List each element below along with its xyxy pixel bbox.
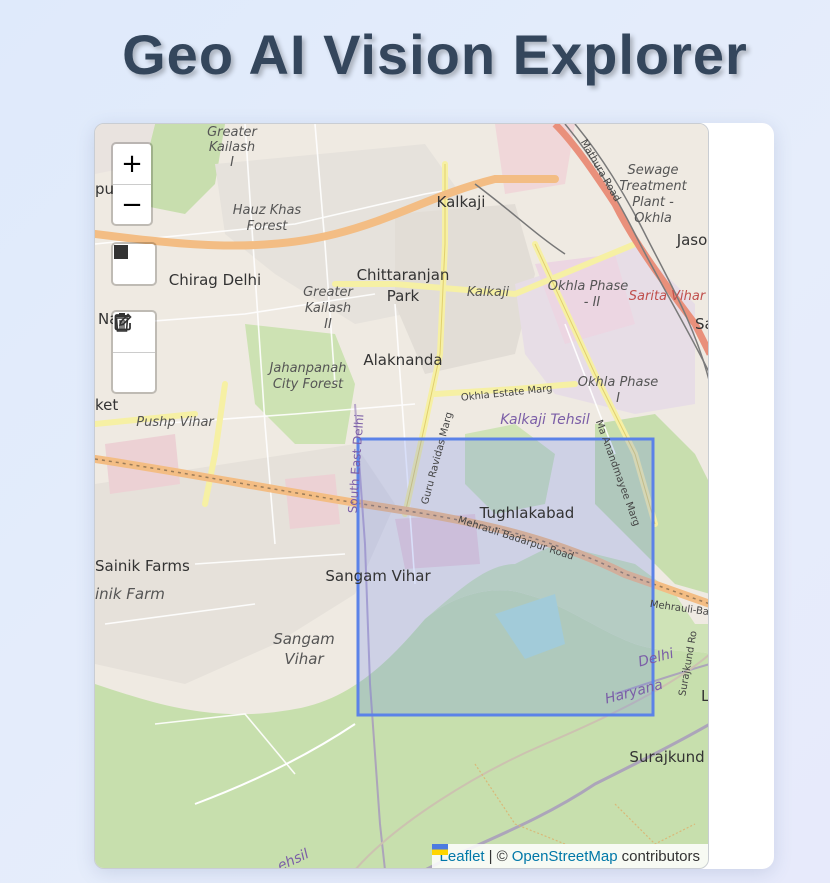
attribution-contributors: contributors <box>621 847 700 865</box>
label-jahanpanah: Jahanpanah <box>267 361 347 376</box>
label-pushp-vihar: Pushp Vihar <box>136 415 215 430</box>
label-sa: Sa <box>695 315 709 333</box>
label-jahanpanah: City Forest <box>273 377 344 392</box>
label-kalkaji-small: Kalkaji <box>467 285 510 300</box>
plus-icon: + <box>121 149 143 179</box>
label-kalkaji: Kalkaji <box>437 193 486 211</box>
zoom-in-button[interactable]: + <box>113 144 151 184</box>
label-sangam-vihar: Sangam Vihar <box>325 567 431 585</box>
label-hauz-khas-forest: Hauz Khas <box>233 203 302 218</box>
label-l: L <box>701 687 709 705</box>
label-chirag-delhi: Chirag Delhi <box>169 271 261 289</box>
openstreetmap-link[interactable]: OpenStreetMap <box>512 848 618 865</box>
ukraine-flag-icon <box>431 844 448 855</box>
label-okhla-phase-1: I <box>616 391 620 406</box>
label-greater-kailash-1: I <box>230 155 234 170</box>
label-ket: ket <box>95 396 118 414</box>
edit-toolbar <box>111 310 157 394</box>
label-jaso: Jaso <box>676 231 708 249</box>
label-greater-kailash-2: Greater <box>303 285 354 300</box>
zoom-control: + − <box>111 142 153 226</box>
draw-rectangle-button[interactable] <box>113 244 155 284</box>
label-sewage-plant: Plant - <box>632 195 674 210</box>
label-sewage-plant: Treatment <box>619 179 687 194</box>
label-hauz-khas-forest: Forest <box>247 219 289 234</box>
label-sarita-vihar: Sarita Vihar <box>629 289 707 304</box>
map-tiles: Greater Kailash I Hauz Khas Forest Great… <box>95 124 709 868</box>
delete-layers-button[interactable] <box>113 313 155 392</box>
label-greater-kailash-1: Kailash <box>209 140 255 155</box>
label-greater-kailash-1: Greater <box>207 125 258 140</box>
label-sangam-vihar-italic: Vihar <box>284 650 324 668</box>
label-okhla-phase-2: Okhla Phase <box>548 279 629 294</box>
label-tughlakabad: Tughlakabad <box>479 504 575 522</box>
label-kalkaji-tehsil: Kalkaji Tehsil <box>500 412 590 428</box>
map-view[interactable]: Greater Kailash I Hauz Khas Forest Great… <box>94 123 709 869</box>
label-greater-kailash-2: Kailash <box>305 301 351 316</box>
minus-icon: − <box>121 190 143 220</box>
label-okhla-phase-2: - II <box>584 295 601 310</box>
label-surajkund: Surajkund <box>629 748 704 766</box>
label-chittaranjan-park: Park <box>387 287 420 305</box>
trash-icon <box>115 313 129 332</box>
label-greater-kailash-2: II <box>324 317 332 332</box>
label-sewage-plant: Okhla <box>634 211 672 226</box>
stop-square-icon <box>114 245 128 259</box>
zoom-out-button[interactable]: − <box>113 184 151 224</box>
label-okhla-phase-1: Okhla Phase <box>578 375 659 390</box>
label-sainik-farms: Sainik Farms <box>95 557 190 575</box>
attribution-separator: | © <box>488 847 508 865</box>
map-attribution: Leaflet | © OpenStreetMap contributors <box>431 844 708 868</box>
label-sainik-farm-italic: inik Farm <box>95 585 165 603</box>
label-alaknanda: Alaknanda <box>363 351 442 369</box>
label-chittaranjan-park: Chittaranjan <box>357 266 450 284</box>
label-sangam-vihar-italic: Sangam <box>273 630 335 648</box>
page-title: Geo AI Vision Explorer <box>122 23 748 86</box>
draw-toolbar <box>111 242 157 286</box>
label-sewage-plant: Sewage <box>627 163 678 178</box>
